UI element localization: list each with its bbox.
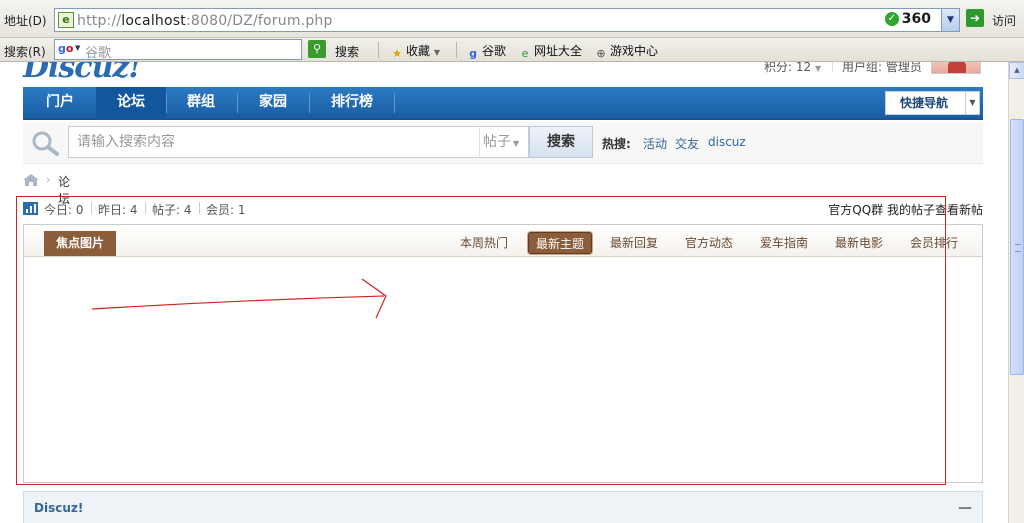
browser-search-placeholder: 谷歌 <box>85 46 112 61</box>
hot-search-item[interactable]: discuz <box>708 135 746 149</box>
hot-search-item[interactable]: 活动 <box>643 135 667 152</box>
address-dropdown-button[interactable]: ▼ <box>941 9 959 31</box>
browser-search-button[interactable]: 搜索 <box>335 43 359 60</box>
nav-tab-groups[interactable]: 群组 <box>170 87 232 118</box>
user-divider <box>832 62 833 72</box>
hot-search-label: 热搜: <box>602 137 631 151</box>
category-title[interactable]: Discuz! <box>34 501 83 515</box>
focus-panel-header: 焦点图片 本周热门 最新主题 最新回复 官方动态 爱车指南 最新电影 会员排行 <box>24 225 982 257</box>
focus-tab-active[interactable]: 最新主题 <box>528 232 592 254</box>
page-scrollbar[interactable]: ▲ <box>1008 62 1024 523</box>
main-nav: 门户 论坛 群组 家园 排行榜 快捷导航 ▼ <box>23 87 983 120</box>
browser-search-toolbar: 搜索(R) go ▼ 谷歌 ⚲ 搜索 ★ 收藏 ▼ g 谷歌 e 网址大全 ⊕ 游戏中心 <box>0 38 1024 62</box>
search-label: 搜索(R) <box>4 45 46 59</box>
go-button[interactable]: 访问 <box>992 12 1016 29</box>
go-arrow-icon[interactable]: ➜ <box>966 9 984 27</box>
nav-tab-home[interactable]: 家园 <box>241 87 305 118</box>
avatar[interactable] <box>931 62 981 74</box>
nav-divider <box>394 93 395 113</box>
engine-dropdown-icon[interactable]: ▼ <box>75 44 80 52</box>
search-icon <box>32 131 59 156</box>
google-icon[interactable]: go <box>58 42 73 57</box>
browser-address-bar: 地址(D) e http://localhost:8080/DZ/forum.p… <box>0 0 1024 38</box>
nav-tab-ranking[interactable]: 排行榜 <box>313 87 391 118</box>
home-icon[interactable] <box>23 174 39 186</box>
gamepad-icon: ⊕ <box>596 47 606 60</box>
stats-links[interactable]: 官方QQ群 我的帖子查看新帖 <box>828 201 983 218</box>
forum-search-bar: 请输入搜索内容 帖子 ▼ 搜索 热搜: 活动 交友 discuz <box>23 122 983 164</box>
star-icon: ★ <box>392 47 402 60</box>
google-link[interactable]: g 谷歌 <box>466 42 506 61</box>
focus-panel: 焦点图片 本周热门 最新主题 最新回复 官方动态 爱车指南 最新电影 会员排行 <box>23 224 983 483</box>
forum-stats: 今日: 0 昨日: 4 帖子: 4 会员: 1 官方QQ群 我的帖子查看新帖 <box>23 200 983 218</box>
focus-tab[interactable]: 会员排行 <box>906 232 962 254</box>
magnifier-icon[interactable]: ⚲ <box>308 40 326 58</box>
stat-divider <box>199 202 200 214</box>
grip-icon <box>1015 244 1021 252</box>
focus-title[interactable]: 焦点图片 <box>44 231 116 256</box>
sites-link[interactable]: e 网址大全 <box>518 42 582 61</box>
scroll-up-arrow-icon[interactable]: ▲ <box>1009 62 1024 79</box>
focus-tab[interactable]: 最新回复 <box>606 232 662 254</box>
search-input[interactable]: 请输入搜索内容 <box>68 126 480 158</box>
collapse-icon[interactable]: — <box>958 500 972 516</box>
forum-category-header: Discuz! — <box>23 491 983 523</box>
stat-divider <box>91 202 92 214</box>
nav-divider <box>309 93 310 113</box>
ie-globe-icon: e <box>521 47 529 60</box>
toolbar-divider <box>378 42 379 58</box>
credits-link[interactable]: 积分: 12 ▼ <box>764 62 821 74</box>
browser-search-input[interactable]: go ▼ 谷歌 <box>54 39 302 61</box>
nav-tab-portal[interactable]: 门户 <box>33 87 87 118</box>
address-input[interactable]: e http://localhost:8080/DZ/forum.php ✓ 36… <box>54 8 960 32</box>
stat-today: 今日: 0 <box>44 203 84 217</box>
forum-page: Discuz! 积分: 12 ▼ 用户组: 管理员 门户 论坛 群组 家园 排行… <box>0 62 1008 523</box>
check-icon: ✓ <box>884 12 899 26</box>
search-button[interactable]: 搜索 <box>529 126 593 158</box>
security-badge[interactable]: ✓ 360 <box>884 11 931 29</box>
stat-yesterday: 昨日: 4 <box>98 203 138 217</box>
bar-chart-icon <box>23 202 38 215</box>
address-label: 地址(D) <box>4 14 47 28</box>
user-info: 积分: 12 ▼ 用户组: 管理员 <box>764 62 922 75</box>
hot-search-item[interactable]: 交友 <box>675 135 699 152</box>
scrollbar-thumb[interactable] <box>1010 119 1024 375</box>
stat-posts: 帖子: 4 <box>152 203 192 217</box>
nav-divider <box>166 93 167 113</box>
chevron-down-icon: ▼ <box>965 92 979 114</box>
focus-tab[interactable]: 爱车指南 <box>756 232 812 254</box>
breadcrumb-separator: › <box>46 173 51 186</box>
quick-nav-button[interactable]: 快捷导航 ▼ <box>885 91 980 115</box>
games-link[interactable]: ⊕ 游戏中心 <box>594 42 658 61</box>
nav-tab-forum[interactable]: 论坛 <box>96 87 166 118</box>
site-logo[interactable]: Discuz! <box>23 62 142 85</box>
toolbar-divider <box>456 42 457 58</box>
google-small-icon: g <box>469 47 477 60</box>
focus-tab[interactable]: 官方动态 <box>681 232 737 254</box>
favorites-button[interactable]: ★ 收藏 ▼ <box>390 42 440 61</box>
address-url[interactable]: http://localhost:8080/DZ/forum.php <box>77 13 333 29</box>
search-type-select[interactable]: 帖子 ▼ <box>479 126 529 158</box>
nav-divider <box>237 93 238 113</box>
page-icon: e <box>58 12 74 28</box>
stat-divider <box>145 202 146 214</box>
stat-members: 会员: 1 <box>206 203 246 217</box>
focus-tab[interactable]: 最新电影 <box>831 232 887 254</box>
usergroup-text: 用户组: 管理员 <box>842 62 922 74</box>
focus-tab[interactable]: 本周热门 <box>456 232 512 254</box>
